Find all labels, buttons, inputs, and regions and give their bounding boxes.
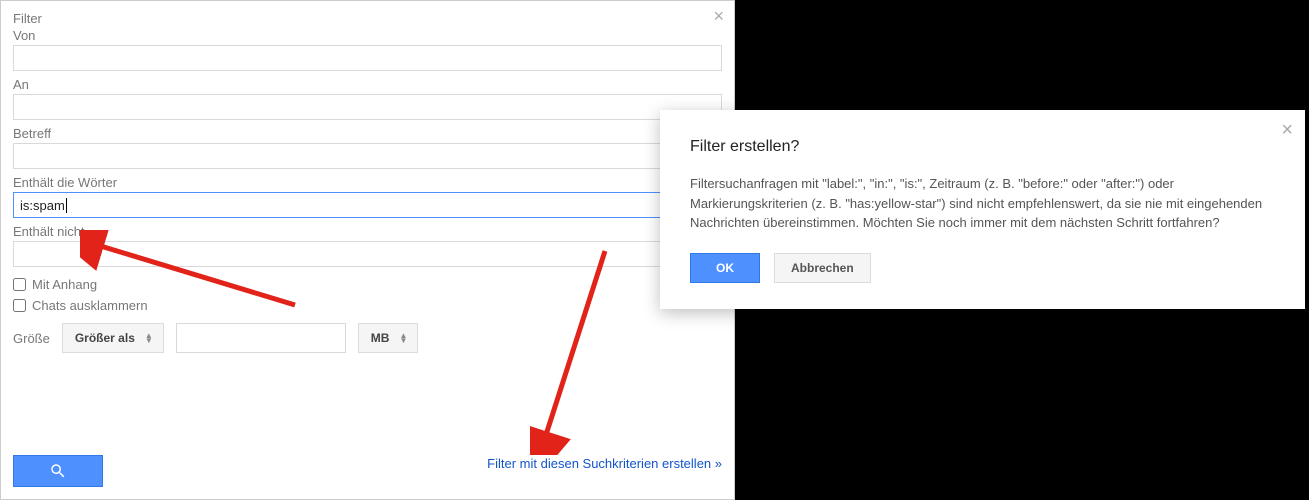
has-attachment-label: Mit Anhang: [32, 277, 97, 292]
size-operator-value: Größer als: [75, 331, 135, 345]
confirm-dialog: × Filter erstellen? Filtersuchanfragen m…: [660, 110, 1305, 309]
updown-icon: ▲▼: [145, 333, 153, 343]
updown-icon: ▲▼: [399, 333, 407, 343]
subject-input[interactable]: [13, 143, 722, 169]
text-caret: [66, 198, 67, 213]
cancel-button[interactable]: Abbrechen: [774, 253, 871, 283]
ok-button[interactable]: OK: [690, 253, 760, 283]
exclude-chats-label: Chats ausklammern: [32, 298, 148, 313]
not-has-input[interactable]: [13, 241, 722, 267]
dialog-button-row: OK Abbrechen: [690, 253, 1275, 283]
search-icon: [49, 462, 67, 480]
from-label: Von: [13, 28, 722, 43]
size-unit-select[interactable]: MB ▲▼: [358, 323, 419, 353]
panel-title: Filter: [13, 11, 722, 26]
size-unit-value: MB: [371, 331, 390, 345]
dialog-body: Filtersuchanfragen mit "label:", "in:", …: [690, 174, 1275, 233]
size-label: Größe: [13, 331, 50, 346]
size-value-input[interactable]: [176, 323, 346, 353]
to-label: An: [13, 77, 722, 92]
exclude-chats-checkbox[interactable]: [13, 299, 26, 312]
create-filter-link[interactable]: Filter mit diesen Suchkriterien erstelle…: [487, 455, 722, 473]
dialog-title: Filter erstellen?: [690, 138, 1275, 156]
filter-panel: × Filter Von An Betreff Enthält die Wört…: [0, 0, 735, 500]
has-words-label: Enthält die Wörter: [13, 175, 722, 190]
subject-label: Betreff: [13, 126, 722, 141]
from-input[interactable]: [13, 45, 722, 71]
has-words-value: is:spam: [20, 198, 65, 213]
search-button[interactable]: [13, 455, 103, 487]
close-icon[interactable]: ×: [1281, 120, 1293, 140]
has-words-input[interactable]: is:spam: [13, 192, 722, 218]
not-has-label: Enthält nicht: [13, 224, 722, 239]
size-operator-select[interactable]: Größer als ▲▼: [62, 323, 164, 353]
has-attachment-checkbox[interactable]: [13, 278, 26, 291]
close-icon[interactable]: ×: [713, 7, 724, 25]
to-input[interactable]: [13, 94, 722, 120]
